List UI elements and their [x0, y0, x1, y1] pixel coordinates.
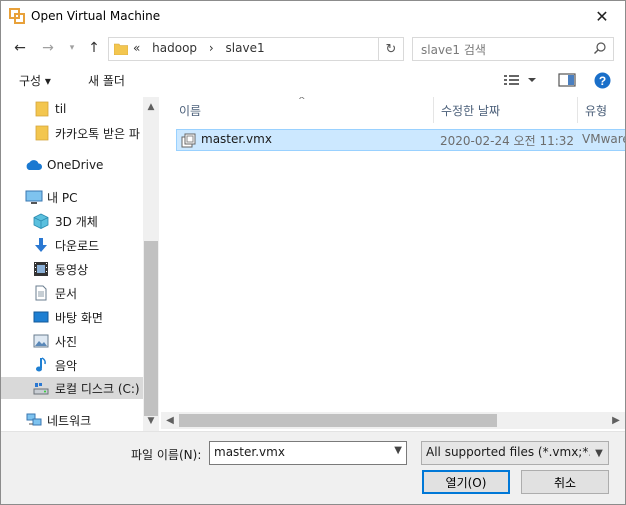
nav-item-videos[interactable]: 동영상: [1, 258, 159, 280]
nav-item-desktop[interactable]: 바탕 화면: [1, 306, 159, 328]
picture-icon: [33, 334, 49, 348]
breadcrumb-slave1[interactable]: slave1: [226, 41, 265, 55]
nav-item-label: 다운로드: [55, 238, 100, 253]
nav-item-kakaotalk[interactable]: 카카오톡 받은 파: [1, 122, 159, 144]
file-name: master.vmx: [201, 132, 272, 146]
file-row-master-vmx[interactable]: master.vmx 2020-02-24 오전 11:32 VMware: [176, 129, 625, 151]
folder-icon: [114, 43, 128, 55]
sort-ascending-icon: ^: [298, 97, 306, 106]
breadcrumb-overflow[interactable]: «: [133, 41, 140, 55]
title-bar: Open Virtual Machine ✕: [1, 1, 625, 32]
nav-item-3d-objects[interactable]: 3D 개체: [1, 210, 159, 232]
cube-icon: [33, 213, 49, 229]
recent-locations-chevron-icon[interactable]: ▾: [63, 39, 81, 57]
scroll-up-arrow-icon[interactable]: ▲: [143, 99, 159, 115]
nav-item-label: OneDrive: [47, 158, 104, 172]
pc-icon: [25, 190, 43, 204]
nav-item-label: 사진: [55, 334, 78, 349]
forward-arrow-icon[interactable]: →: [39, 39, 57, 57]
file-list-horizontal-scrollbar[interactable]: ◀ ▶: [161, 412, 625, 429]
view-options-icon[interactable]: [503, 72, 537, 88]
chevron-down-icon[interactable]: ▼: [590, 442, 608, 464]
video-icon: [34, 262, 48, 276]
new-folder-button[interactable]: 새 폴더: [88, 72, 125, 89]
navigation-bar: ← → ▾ ↑ « hadoop › slave1 ↻ slave1 검색: [1, 33, 625, 63]
nav-item-documents[interactable]: 문서: [1, 282, 159, 304]
filename-input[interactable]: master.vmx ▼: [209, 441, 407, 465]
vmx-file-icon: [181, 133, 196, 148]
scroll-down-arrow-icon[interactable]: ▼: [143, 413, 159, 429]
column-header-date[interactable]: 수정한 날짜: [441, 97, 500, 123]
search-placeholder: slave1 검색: [421, 43, 486, 57]
scroll-right-arrow-icon[interactable]: ▶: [608, 412, 624, 429]
open-button[interactable]: 열기(O): [422, 470, 510, 494]
scrollbar-thumb[interactable]: [179, 414, 497, 427]
filename-label: 파일 이름(N):: [131, 448, 202, 462]
nav-item-local-disk-c[interactable]: 로컬 디스크 (C:): [1, 377, 159, 399]
open-vm-dialog: Open Virtual Machine ✕ ← → ▾ ↑ « hadoop …: [0, 0, 626, 505]
navigation-pane-scrollbar[interactable]: ▲ ▼: [143, 97, 159, 431]
document-icon: [35, 285, 47, 301]
filename-value: master.vmx: [214, 445, 285, 459]
nav-item-label: 동영상: [55, 262, 89, 277]
nav-item-label: 문서: [55, 286, 78, 301]
nav-item-label: 바탕 화면: [55, 310, 103, 325]
window-title: Open Virtual Machine: [31, 9, 161, 23]
file-type: VMware: [582, 132, 625, 146]
close-button[interactable]: ✕: [579, 1, 625, 32]
nav-item-label: 3D 개체: [55, 214, 98, 229]
dialog-footer: 파일 이름(N): master.vmx ▼ All supported fil…: [1, 431, 625, 504]
column-divider[interactable]: [577, 97, 578, 123]
search-box[interactable]: slave1 검색: [412, 37, 614, 61]
address-bar[interactable]: « hadoop › slave1 ↻: [108, 37, 404, 61]
command-toolbar: 구성 ▾ 새 폴더 ?: [1, 64, 625, 96]
nav-item-pictures[interactable]: 사진: [1, 330, 159, 352]
folder-icon: [35, 125, 49, 141]
vmware-logo-icon: [9, 8, 25, 24]
breadcrumb-separator[interactable]: ›: [209, 41, 214, 55]
download-icon: [35, 238, 47, 252]
nav-item-network[interactable]: 네트워크: [1, 409, 159, 431]
navigation-pane: til 카카오톡 받은 파 OneDrive 내 PC 3D 개체 다운로드 동…: [1, 97, 159, 431]
filetype-select[interactable]: All supported files (*.vmx;*.ovf ▼: [421, 441, 609, 465]
drive-icon: [33, 383, 49, 395]
scrollbar-thumb[interactable]: [144, 241, 158, 416]
filetype-value: All supported files (*.vmx;*.ovf: [426, 445, 609, 459]
network-icon: [26, 413, 42, 426]
back-arrow-icon[interactable]: ←: [11, 39, 29, 57]
nav-item-label: 내 PC: [47, 190, 78, 205]
file-date: 2020-02-24 오전 11:32: [440, 134, 575, 148]
nav-item-label: 음악: [55, 358, 78, 373]
nav-item-label: 로컬 디스크 (C:): [55, 381, 140, 396]
music-icon: [36, 357, 46, 372]
chevron-down-icon[interactable]: ▼: [394, 445, 402, 456]
search-icon: [594, 42, 606, 54]
svg-text:?: ?: [599, 74, 606, 88]
nav-item-label: 카카오톡 받은 파: [55, 126, 140, 141]
nav-item-til[interactable]: til: [1, 98, 159, 120]
breadcrumb: « hadoop › slave1: [133, 41, 273, 55]
column-divider[interactable]: [433, 97, 434, 123]
column-header-type[interactable]: 유형: [585, 97, 607, 123]
help-icon[interactable]: ?: [594, 72, 611, 89]
refresh-icon[interactable]: ↻: [378, 38, 403, 60]
breadcrumb-hadoop[interactable]: hadoop: [152, 41, 197, 55]
nav-item-label: til: [55, 102, 67, 116]
nav-item-downloads[interactable]: 다운로드: [1, 234, 159, 256]
cloud-icon: [26, 160, 43, 170]
nav-item-onedrive[interactable]: OneDrive: [1, 154, 159, 176]
desktop-icon: [33, 311, 49, 323]
nav-item-label: 네트워크: [47, 413, 92, 428]
folder-icon: [35, 101, 49, 117]
nav-item-this-pc[interactable]: 내 PC: [1, 186, 159, 208]
up-arrow-icon[interactable]: ↑: [85, 39, 103, 57]
file-list: ^ 이름 수정한 날짜 유형 master.vmx 2020-02-24 오전 …: [161, 97, 625, 431]
organize-button[interactable]: 구성 ▾: [19, 72, 51, 89]
cancel-button[interactable]: 취소: [521, 470, 609, 494]
nav-item-music[interactable]: 음악: [1, 354, 159, 376]
preview-pane-icon[interactable]: [558, 72, 576, 88]
scroll-left-arrow-icon[interactable]: ◀: [162, 412, 178, 429]
column-header-name[interactable]: 이름: [179, 97, 201, 123]
